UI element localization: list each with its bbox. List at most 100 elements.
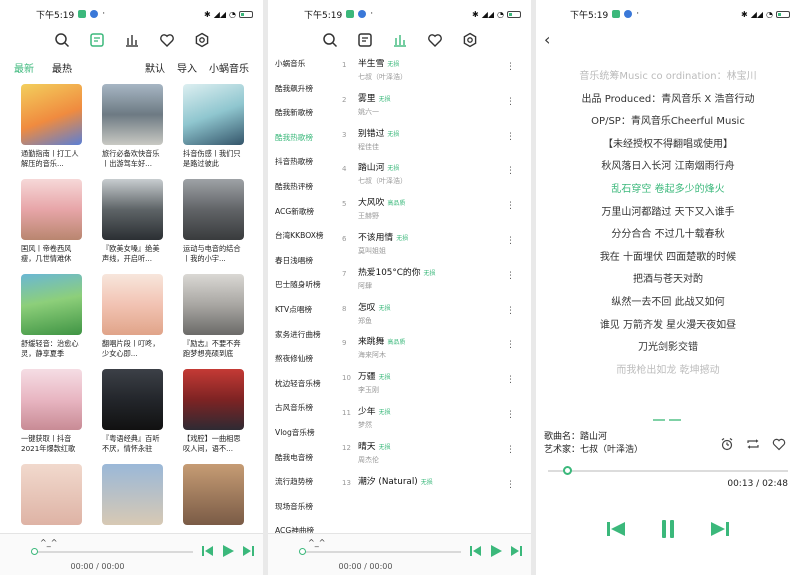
rank-item[interactable]: 小蜗音乐: [268, 52, 334, 77]
more-icon[interactable]: ⋮: [506, 201, 515, 211]
rank-item[interactable]: 巴士随身听榜: [268, 273, 334, 298]
sort-default-button[interactable]: 默认: [145, 60, 165, 75]
quality-badge: 高品质: [387, 339, 406, 347]
search-icon[interactable]: [321, 31, 339, 49]
song-row[interactable]: 4 踏山河 无损 七叔（叶泽浩） ⋮: [338, 156, 531, 191]
rank-item[interactable]: 酷我电音榜: [268, 446, 334, 471]
playlist-card[interactable]: 抖音伤感丨我们只是路过彼此: [183, 84, 244, 169]
search-icon[interactable]: [53, 31, 71, 49]
more-icon[interactable]: ⋮: [506, 166, 515, 176]
tab-newest[interactable]: 最新: [14, 60, 34, 75]
repeat-icon[interactable]: [746, 437, 760, 451]
rank-item[interactable]: 古风音乐榜: [268, 396, 334, 421]
rank-item[interactable]: 枕边轻音乐榜: [268, 372, 334, 397]
playlist-card[interactable]: 国风丨帝卷西风瘦，几世情难休: [21, 179, 82, 264]
heart-icon[interactable]: [158, 31, 176, 49]
heart-icon[interactable]: [772, 437, 786, 451]
playback-progress-knob[interactable]: [563, 466, 573, 475]
song-row[interactable]: 2 雾里 无损 姚六一 ⋮: [338, 87, 531, 122]
song-row[interactable]: 3 别错过 无损 程佳佳 ⋮: [338, 122, 531, 157]
playlist-card[interactable]: 翻唱片段丨叮咚，少女心即...: [102, 274, 163, 359]
more-icon[interactable]: ⋮: [506, 375, 515, 385]
playlist-card[interactable]: 舒缓轻音：治愈心灵，静享夏季: [21, 274, 82, 359]
playlist-card[interactable]: 『励志』不要不奔跑梦想亮硕到底: [183, 274, 244, 359]
more-icon[interactable]: ⋮: [506, 97, 515, 107]
lyrics-panel[interactable]: 音乐统筹Music co ordination：林宝川 出品 Produced：…: [536, 66, 800, 382]
playlist-card[interactable]: 【戏腔】一曲相思叹人间，语不...: [183, 369, 244, 454]
mini-player[interactable]: ^_^ 00:00 / 00:00: [268, 533, 531, 575]
pause-icon[interactable]: [657, 518, 679, 540]
playlist-card[interactable]: 『欧美女嗓』绝美声线，开启听...: [102, 179, 163, 264]
more-icon[interactable]: ⋮: [506, 340, 515, 350]
playlist-card[interactable]: [183, 464, 244, 525]
back-arrow-icon[interactable]: ‹: [544, 30, 550, 49]
song-row[interactable]: 8 怎叹 无损 郑鱼 ⋮: [338, 296, 531, 331]
previous-icon[interactable]: [605, 518, 627, 540]
rank-item[interactable]: 酷我飙升榜: [268, 77, 334, 102]
mini-player[interactable]: ^_^ 00:00 / 00:00: [0, 533, 263, 575]
rank-item[interactable]: 抖音热歌榜: [268, 150, 334, 175]
playlist-icon[interactable]: [88, 31, 106, 49]
playlist-card[interactable]: 一键获取丨抖音2021年爆款红歌: [21, 369, 82, 454]
mini-player-progress[interactable]: [31, 548, 193, 555]
import-button[interactable]: 导入: [177, 60, 197, 75]
playlist-card[interactable]: [102, 464, 163, 525]
playlist-card[interactable]: 运动与电音的结合丨我的小宇...: [183, 179, 244, 264]
playback-progress-track[interactable]: [548, 470, 788, 472]
song-row[interactable]: 9 来跳舞 高品质 海来阿木 ⋮: [338, 330, 531, 365]
mini-player-progress-knob[interactable]: [299, 548, 306, 555]
playlist-icon[interactable]: [356, 31, 374, 49]
previous-icon[interactable]: [469, 544, 483, 558]
song-row[interactable]: 1 半生雪 无损 七叔（叶泽浩） ⋮: [338, 52, 531, 87]
rank-item[interactable]: 酷我新歌榜: [268, 101, 334, 126]
rank-item[interactable]: 酷我热评榜: [268, 175, 334, 200]
tab-hottest[interactable]: 最热: [52, 60, 72, 75]
song-row[interactable]: 10 万疆 无损 李玉刚 ⋮: [338, 365, 531, 400]
song-row[interactable]: 12 晴天 无损 周杰伦 ⋮: [338, 435, 531, 470]
rank-item[interactable]: ACG新歌榜: [268, 200, 334, 225]
more-icon[interactable]: ⋮: [506, 62, 515, 72]
heart-icon[interactable]: [426, 31, 444, 49]
previous-icon[interactable]: [201, 544, 215, 558]
alarm-timer-icon[interactable]: [720, 437, 734, 451]
source-select[interactable]: 小蜗音乐: [209, 60, 249, 75]
rank-item-active[interactable]: 酷我热歌榜: [268, 126, 334, 151]
more-icon[interactable]: ⋮: [506, 236, 515, 246]
playlist-card[interactable]: 旅行必备欢快音乐丨出游驾车好...: [102, 84, 163, 169]
mini-player-progress[interactable]: [299, 548, 461, 555]
settings-icon[interactable]: [193, 31, 211, 49]
play-icon[interactable]: [221, 544, 235, 558]
more-icon[interactable]: ⋮: [506, 306, 515, 316]
playlist-card[interactable]: 通勤指南丨打工人解压的音乐...: [21, 84, 82, 169]
rank-item[interactable]: 家务进行曲榜: [268, 323, 334, 348]
rank-item[interactable]: 现场音乐榜: [268, 495, 334, 520]
rank-item[interactable]: 台湾KKBOX榜: [268, 224, 334, 249]
song-row[interactable]: 13 潮汐 (Natural) 无损 ⋮: [338, 470, 531, 505]
song-row[interactable]: 6 不该用情 无损 莫叫姐姐 ⋮: [338, 226, 531, 261]
more-icon[interactable]: ⋮: [506, 410, 515, 420]
more-icon[interactable]: ⋮: [506, 132, 515, 142]
song-row[interactable]: 5 大风吹 高品质 王赫野 ⋮: [338, 191, 531, 226]
next-icon[interactable]: [241, 544, 255, 558]
settings-icon[interactable]: [461, 31, 479, 49]
next-icon[interactable]: [709, 518, 731, 540]
song-row[interactable]: 11 少年 无损 梦然 ⋮: [338, 400, 531, 435]
rank-item[interactable]: 流行趋势榜: [268, 470, 334, 495]
mini-player-controls: [201, 544, 255, 558]
rank-item[interactable]: Vlog音乐榜: [268, 421, 334, 446]
rank-item[interactable]: 熬夜修仙榜: [268, 347, 334, 372]
next-icon[interactable]: [509, 544, 523, 558]
more-icon[interactable]: ⋮: [506, 445, 515, 455]
rank-item[interactable]: 春日浅唱榜: [268, 249, 334, 274]
mini-player-progress-knob[interactable]: [31, 548, 38, 555]
rank-item[interactable]: KTV点唱榜: [268, 298, 334, 323]
more-icon[interactable]: ⋮: [506, 480, 515, 490]
chart-icon[interactable]: [123, 31, 141, 49]
more-icon[interactable]: ⋮: [506, 271, 515, 281]
playlist-card[interactable]: 『粤语经典』百听不厌，情怀永驻: [102, 369, 163, 454]
play-icon[interactable]: [489, 544, 503, 558]
playlist-card[interactable]: [21, 464, 82, 525]
song-row[interactable]: 7 热爱105°C的你 无损 阿肆 ⋮: [338, 261, 531, 296]
song-actions: [720, 437, 786, 451]
chart-icon[interactable]: [391, 31, 409, 49]
